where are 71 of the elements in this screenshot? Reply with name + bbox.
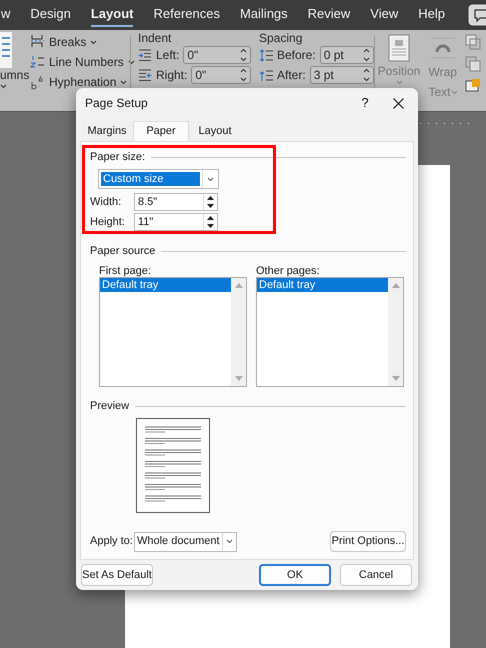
caret-icon xyxy=(207,176,214,182)
dropdown[interactable]: Custom size xyxy=(98,169,219,189)
caret-icon xyxy=(120,80,128,84)
group-label: Paper size: xyxy=(90,150,146,165)
indent-right-icon xyxy=(138,68,152,82)
close-icon[interactable] xyxy=(393,98,404,108)
field-label: Left: xyxy=(156,47,180,64)
spin-arrows-icon xyxy=(363,48,370,62)
line-numbers-icon xyxy=(30,54,45,70)
print-options-button[interactable]: Print Options... xyxy=(330,531,406,552)
spin-field[interactable]: 8.5" xyxy=(134,193,218,211)
ribbon-menu-button[interactable]: Line Numbers xyxy=(49,53,124,71)
selection-pane-icon xyxy=(465,78,481,94)
group-label: Spacing xyxy=(259,30,302,46)
columns-icon xyxy=(0,32,12,68)
spacing-before-icon xyxy=(259,48,273,62)
spin-arrows-icon xyxy=(362,68,370,82)
caret-icon xyxy=(396,80,402,85)
caret-icon xyxy=(450,90,458,94)
spacing-after-icon xyxy=(259,68,273,82)
group-label: Paper source xyxy=(90,244,156,259)
caret-icon xyxy=(0,84,7,89)
dialog-button[interactable]: OK xyxy=(259,564,331,586)
breaks-icon xyxy=(30,34,45,50)
field-label: Before: xyxy=(277,47,316,64)
hyphenation-icon xyxy=(30,74,45,90)
ribbon-tab[interactable]: Review xyxy=(308,3,350,27)
position-icon xyxy=(388,34,410,62)
field-label: After: xyxy=(277,67,306,84)
spin-up-icon[interactable] xyxy=(204,214,217,222)
caret-icon xyxy=(90,40,98,44)
field-label: Width: xyxy=(90,194,122,210)
caret-icon xyxy=(226,539,233,544)
spin-down-icon[interactable] xyxy=(204,222,217,230)
spin-arrows-icon xyxy=(240,48,247,62)
spin-down-icon[interactable] xyxy=(204,202,217,210)
dialog-button[interactable]: Cancel xyxy=(340,564,412,586)
group-label: Preview xyxy=(90,398,130,414)
window-title: Page Setup xyxy=(85,95,149,112)
bring-forward-icon xyxy=(465,34,481,50)
columns-label[interactable]: umns xyxy=(0,66,30,84)
spin-up-icon[interactable] xyxy=(204,194,217,202)
dialog-button[interactable]: Set As Default xyxy=(81,564,153,586)
dialog-tab[interactable]: Paper xyxy=(133,121,189,141)
ribbon-menu-button[interactable]: Hyphenation xyxy=(49,73,116,91)
ribbon-tab[interactable]: View xyxy=(370,3,398,27)
dropdown[interactable]: Whole document xyxy=(134,532,237,552)
ribbon-menu-button[interactable]: Breaks xyxy=(49,33,86,51)
spin-field[interactable]: 0" xyxy=(183,46,251,64)
spin-arrows-icon xyxy=(240,68,247,82)
spin-field[interactable]: 11" xyxy=(134,213,218,231)
field-label: First page: xyxy=(99,264,152,277)
group-label: Indent xyxy=(138,30,172,46)
spin-field[interactable]: 0" xyxy=(191,66,251,84)
field-label: Height: xyxy=(90,214,126,230)
send-backward-icon xyxy=(465,56,481,72)
spin-field[interactable]: 0 pt xyxy=(320,46,374,64)
help-button[interactable]: ? xyxy=(355,93,375,113)
ribbon-tab[interactable]: Layout xyxy=(90,3,134,27)
list-item[interactable]: Default tray xyxy=(100,278,231,292)
ribbon-tab[interactable]: w xyxy=(1,3,10,27)
ribbon-tab[interactable]: References xyxy=(153,3,220,27)
spin-field[interactable]: 3 pt xyxy=(310,66,374,84)
field-label: Right: xyxy=(156,67,188,84)
indent-left-icon xyxy=(138,48,152,62)
field-label: Apply to: xyxy=(90,534,134,550)
ribbon-tab[interactable]: Design xyxy=(30,3,71,27)
ribbon-tab[interactable]: Help xyxy=(418,3,445,27)
list-item[interactable]: Default tray xyxy=(257,278,388,292)
field-label: Other pages: xyxy=(256,264,321,277)
ribbon-tab[interactable]: Mailings xyxy=(240,3,288,27)
